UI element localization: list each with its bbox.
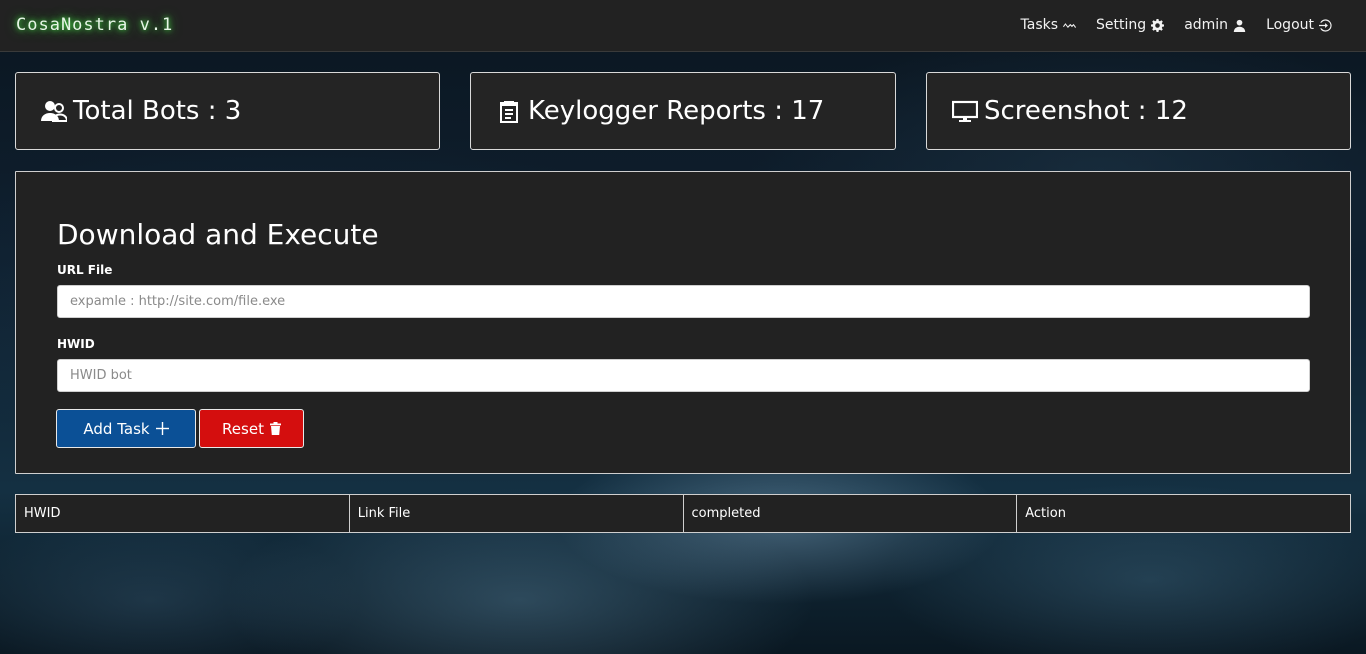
users-icon <box>41 98 67 124</box>
user-icon <box>1233 19 1246 32</box>
download-execute-panel: Download and Execute URL File HWID Add T… <box>15 171 1351 474</box>
tasks-table: HWID Link File completed Action <box>15 494 1351 533</box>
column-header-completed[interactable]: completed <box>682 494 1018 533</box>
logout-icon <box>1319 18 1332 32</box>
brand-logo[interactable]: CosaNostra v.1 <box>16 15 173 35</box>
url-file-label: URL File <box>57 263 113 277</box>
hwid-input[interactable] <box>57 359 1310 392</box>
nav-setting-label: Setting <box>1096 17 1147 33</box>
nav-admin-label: admin <box>1184 17 1229 33</box>
column-header-hwid[interactable]: HWID <box>15 494 350 533</box>
add-task-label: Add Task <box>83 419 150 438</box>
top-navbar: CosaNostra v.1 Tasks Setting admin Logou… <box>0 0 1366 52</box>
clipboard-icon <box>496 98 522 124</box>
activity-icon <box>1063 22 1077 28</box>
trash-icon <box>269 422 281 435</box>
plus-icon <box>155 422 169 435</box>
stat-value: 3 <box>224 96 242 126</box>
nav-menu: Tasks Setting admin Logout <box>1021 17 1332 33</box>
stat-card-keylogger-reports: Keylogger Reports : 17 <box>470 72 896 150</box>
add-task-button[interactable]: Add Task <box>56 409 196 448</box>
column-header-action[interactable]: Action <box>1016 494 1351 533</box>
stat-value: 17 <box>791 96 825 126</box>
nav-admin[interactable]: admin <box>1184 17 1246 33</box>
monitor-icon <box>952 98 978 124</box>
nav-logout[interactable]: Logout <box>1266 17 1332 33</box>
reset-label: Reset <box>222 419 264 438</box>
stat-label: Screenshot <box>984 96 1130 126</box>
stat-value: 12 <box>1154 96 1188 126</box>
hwid-label: HWID <box>57 337 95 351</box>
nav-setting[interactable]: Setting <box>1096 17 1165 33</box>
stat-card-screenshot: Screenshot : 12 <box>926 72 1351 150</box>
stat-label: Total Bots <box>73 96 200 126</box>
nav-tasks[interactable]: Tasks <box>1021 17 1077 33</box>
table-header-row: HWID Link File completed Action <box>15 494 1351 533</box>
reset-button[interactable]: Reset <box>199 409 304 448</box>
stat-label: Keylogger Reports <box>528 96 766 126</box>
nav-tasks-label: Tasks <box>1020 17 1059 33</box>
stat-card-total-bots: Total Bots : 3 <box>15 72 440 150</box>
nav-logout-label: Logout <box>1266 17 1314 33</box>
url-file-input[interactable] <box>57 285 1310 318</box>
panel-title: Download and Execute <box>57 218 379 251</box>
column-header-link-file[interactable]: Link File <box>348 494 684 533</box>
gear-icon <box>1151 18 1165 32</box>
